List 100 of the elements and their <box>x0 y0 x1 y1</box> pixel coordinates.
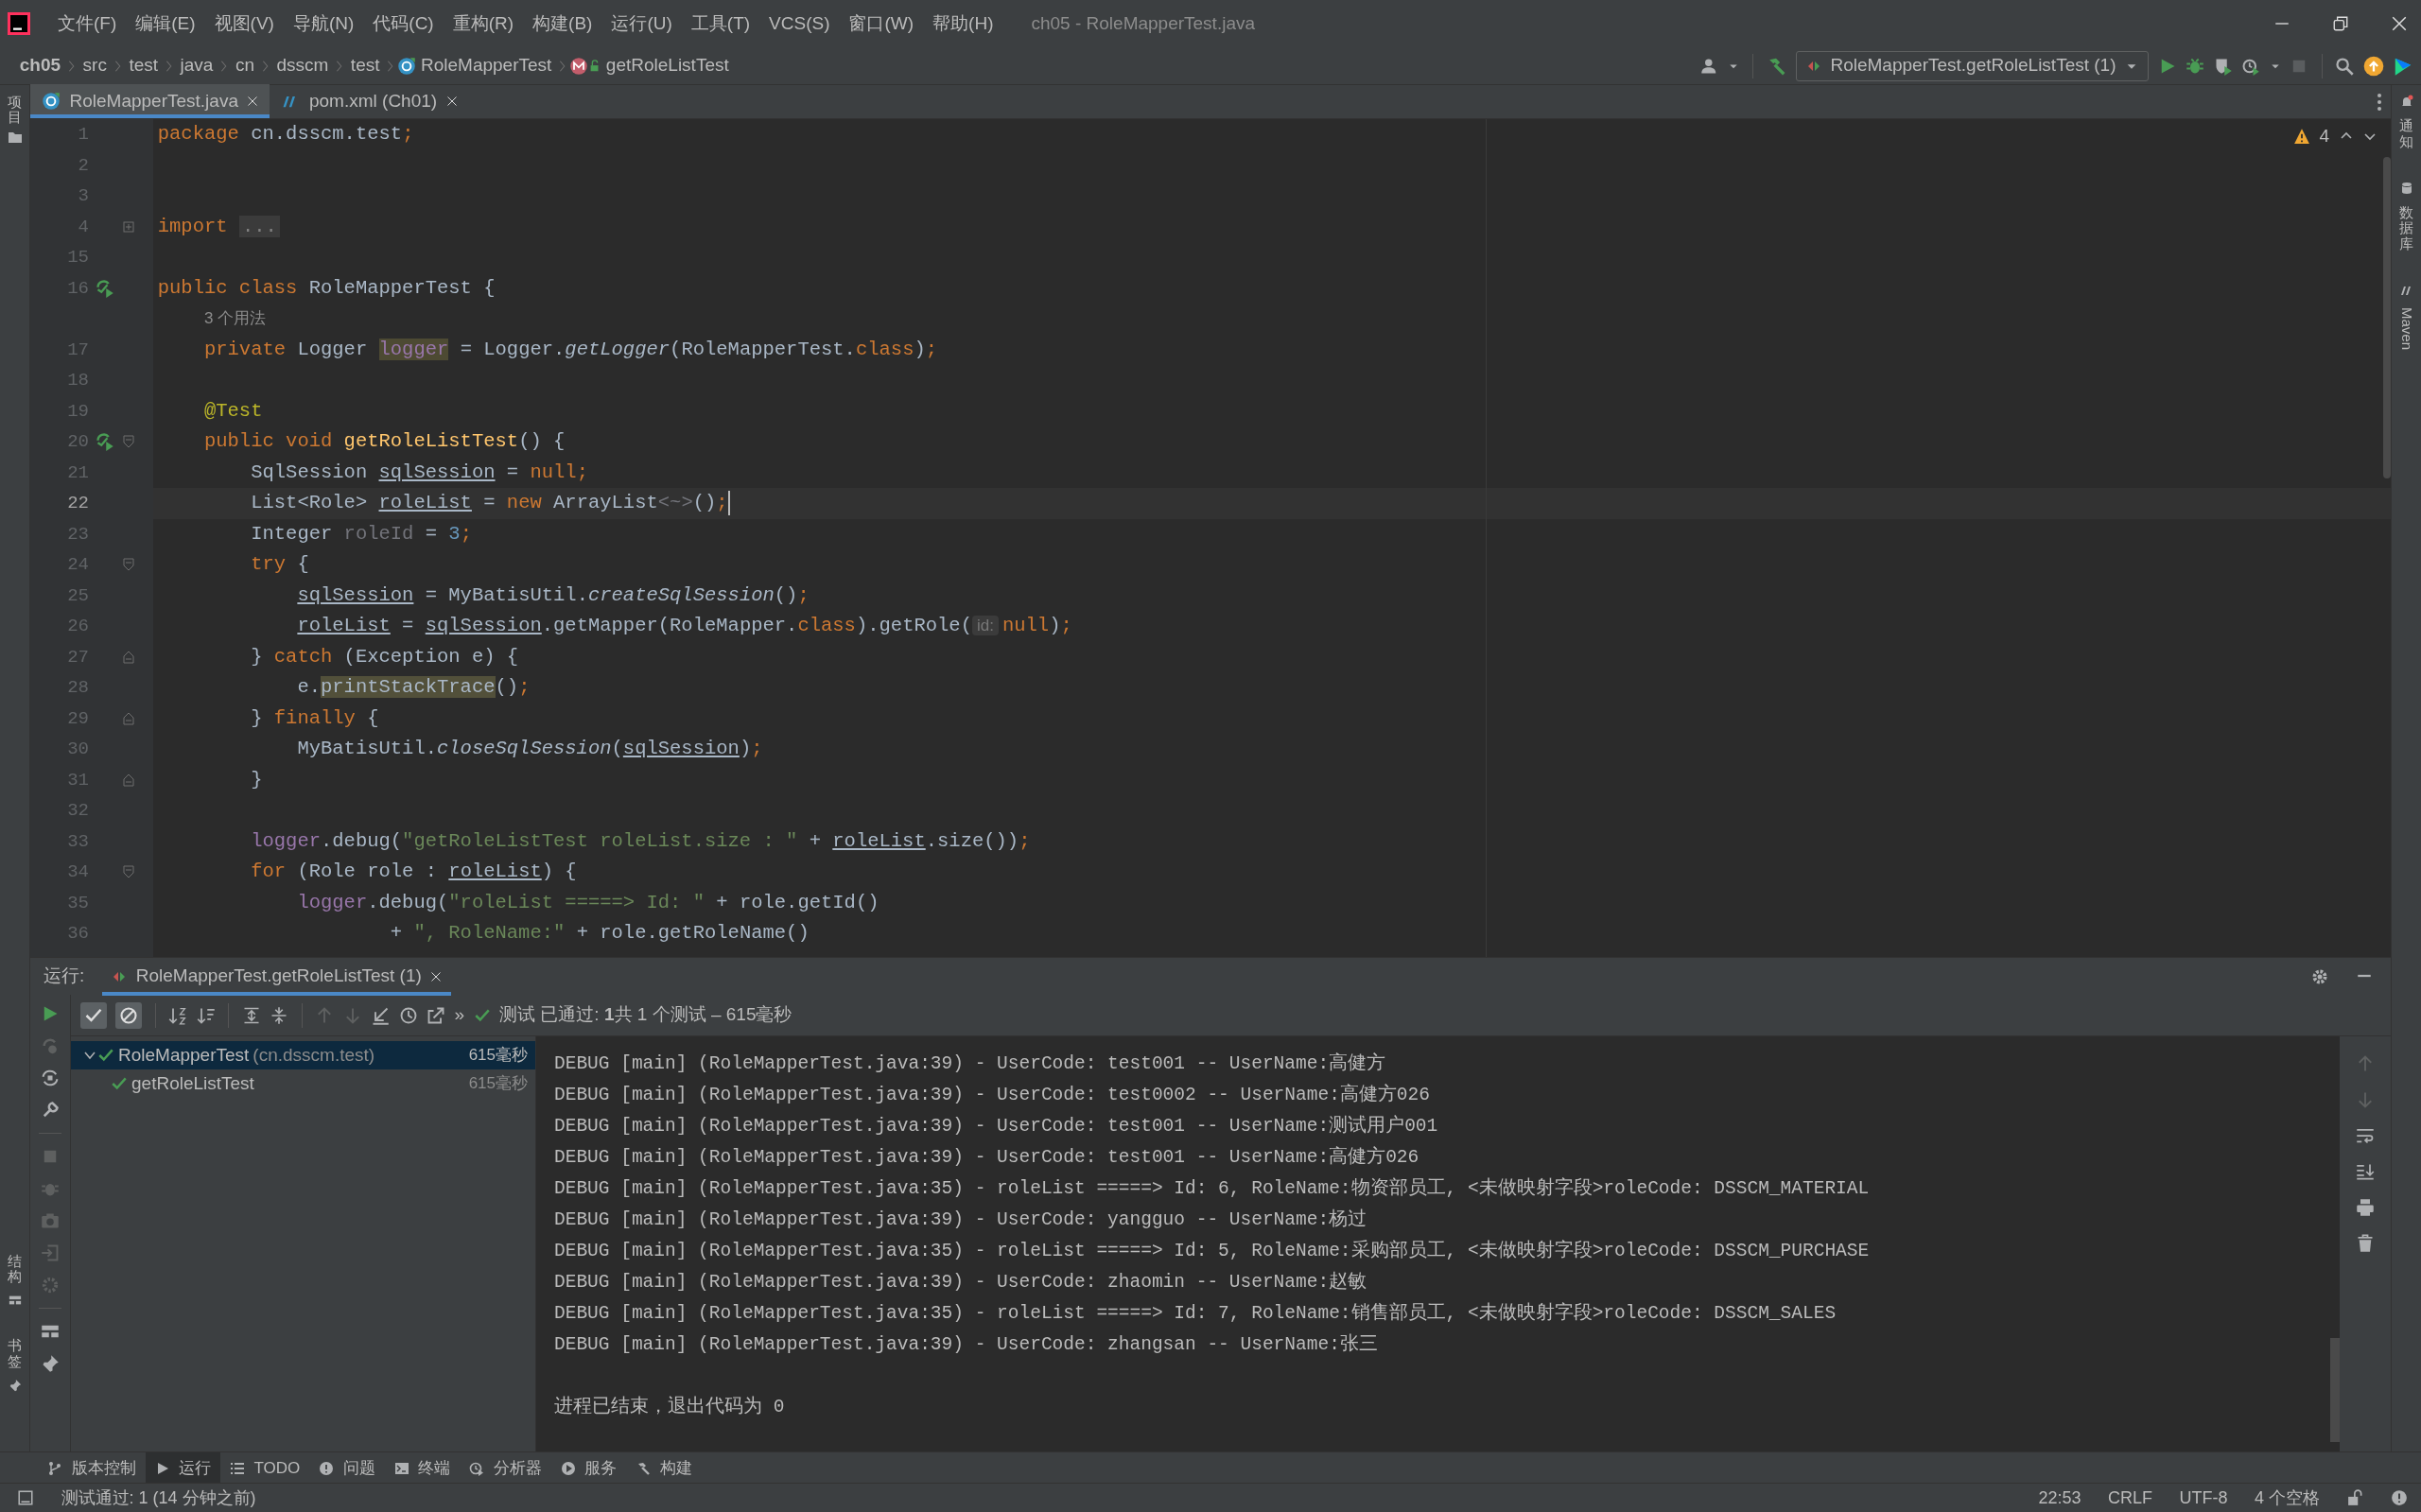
menu-item[interactable]: VCS(S) <box>759 9 840 38</box>
tool-window-tab[interactable]: 终端 <box>384 1452 461 1484</box>
sort-alpha-icon[interactable] <box>168 1005 187 1025</box>
console-line: DEBUG [main] (RoleMapperTest.java:39) - UserCode: test001 -- UserName:测试用户001 <box>554 1116 1438 1137</box>
close-icon[interactable] <box>445 96 458 107</box>
menu-item[interactable]: 运行(U) <box>601 9 682 38</box>
restore-icon[interactable] <box>2332 15 2349 32</box>
tool-window-tab[interactable]: TODO <box>220 1452 310 1484</box>
folded-code[interactable]: ... <box>238 215 280 237</box>
side-tool-tab[interactable]: 数据库 <box>2399 204 2413 252</box>
code-token: roleList <box>448 860 542 882</box>
breadcrumb-item[interactable]: dsscm <box>271 52 334 79</box>
code-token: } <box>251 645 264 668</box>
test-duration: 615毫秒 <box>468 1045 528 1066</box>
overflow-button[interactable]: » <box>454 1001 465 1029</box>
breadcrumb-item[interactable]: getRoleListTest <box>601 52 734 79</box>
tool-window-tab[interactable]: 问题 <box>309 1452 385 1484</box>
breadcrumb-item[interactable]: cn <box>231 52 259 79</box>
tree-row[interactable]: RoleMapperTest (cn.dsscm.test) 615毫秒 <box>71 1040 535 1069</box>
tool-window-tab[interactable]: 构建 <box>626 1452 702 1484</box>
console-line: DEBUG [main] (RoleMapperTest.java:39) - UserCode: test001 -- UserName:高健方026 <box>554 1147 1420 1168</box>
status-item[interactable]: 22:53 <box>2038 1485 2081 1511</box>
breadcrumb-item[interactable]: src <box>78 52 112 79</box>
fold-icon[interactable] <box>121 557 136 573</box>
code-token: (RoleMapperTest. <box>670 338 856 360</box>
breadcrumb-item[interactable]: ch05 <box>15 52 65 79</box>
run-config-dropdown[interactable]: RoleMapperTest.getRoleListTest (1) <box>1795 50 2149 81</box>
code-token: RoleMapperTest { <box>308 276 496 299</box>
run-tab[interactable]: RoleMapperTest.getRoleListTest (1) <box>102 957 452 996</box>
menu-item[interactable]: 帮助(H) <box>923 9 1003 38</box>
status-item[interactable]: UTF-8 <box>2179 1485 2228 1511</box>
editor-tab[interactable]: pom.xml (Ch01) <box>270 84 469 118</box>
code-token: .size()) <box>925 829 1019 852</box>
code-token: sqlSession <box>425 615 542 636</box>
close-icon[interactable] <box>2391 15 2408 32</box>
wrench-icon[interactable] <box>41 1100 60 1120</box>
code-token: ; <box>518 676 531 698</box>
scroll-to-end-icon[interactable] <box>2356 1162 2375 1181</box>
fold-icon[interactable] <box>121 710 136 726</box>
breadcrumb-item[interactable]: test <box>346 52 385 79</box>
menu-item[interactable]: 编辑(E) <box>126 9 205 38</box>
bug-icon[interactable] <box>2186 56 2204 76</box>
fold-icon[interactable] <box>121 649 136 665</box>
soft-wrap-icon[interactable] <box>2356 1126 2375 1145</box>
tool-window-tab[interactable]: 版本控制 <box>38 1452 146 1484</box>
scrollbar[interactable] <box>2383 157 2391 478</box>
editor-tab[interactable]: RoleMapperTest.java <box>30 84 270 118</box>
run-test-icon[interactable] <box>96 278 114 298</box>
tree-row[interactable]: getRoleListTest 615毫秒 <box>71 1069 535 1098</box>
menu-item[interactable]: 工具(T) <box>681 9 760 38</box>
fold-icon[interactable] <box>121 772 136 788</box>
close-icon[interactable] <box>247 96 259 107</box>
alert-icon[interactable] <box>2391 1489 2408 1506</box>
menu-item[interactable]: 文件(F) <box>48 9 127 38</box>
warning-count[interactable]: 4 <box>2319 123 2329 150</box>
code-token: ArrayList <box>553 492 658 513</box>
tool-window-tab[interactable]: 运行 <box>145 1452 220 1484</box>
trash-icon[interactable] <box>2356 1234 2375 1253</box>
more-icon[interactable] <box>2376 92 2382 112</box>
side-tool-tab[interactable]: Maven <box>2395 306 2417 350</box>
menu-item[interactable]: 代码(C) <box>363 9 444 38</box>
menu-item[interactable]: 视图(V) <box>204 9 284 38</box>
panel-toggle-icon[interactable] <box>17 1489 34 1506</box>
run-test-icon[interactable] <box>96 432 114 452</box>
tool-window-tab[interactable]: 服务 <box>550 1452 627 1484</box>
menu-item[interactable]: 窗口(W) <box>839 9 924 38</box>
menu-item[interactable]: 重构(R) <box>443 9 524 38</box>
import-icon[interactable] <box>371 1005 390 1025</box>
fold-icon[interactable] <box>121 434 136 450</box>
status-item[interactable]: 4 个空格 <box>2255 1485 2320 1511</box>
menu-item[interactable]: 导航(N) <box>283 9 364 38</box>
usages-hint[interactable]: 3 个用法 <box>203 309 267 327</box>
collapse-all-icon[interactable] <box>270 1005 288 1025</box>
menu-item[interactable]: 构建(B) <box>523 9 602 38</box>
fold-icon[interactable] <box>121 864 136 880</box>
side-tool-tab[interactable]: 通知 <box>2399 118 2413 149</box>
app-logo-icon <box>8 12 30 35</box>
close-icon[interactable] <box>430 970 443 982</box>
show-ignored-toggle[interactable] <box>115 1001 142 1029</box>
tool-window-tab[interactable]: 分析器 <box>460 1452 551 1484</box>
side-tool-tab[interactable]: 结构 <box>8 1253 22 1285</box>
update-icon[interactable] <box>2362 55 2384 77</box>
status-item[interactable]: CRLF <box>2107 1485 2152 1511</box>
pin-icon[interactable] <box>41 1353 60 1373</box>
test-duration: 615毫秒 <box>468 1073 528 1094</box>
breadcrumb-item[interactable]: RoleMapperTest <box>416 52 557 79</box>
print-icon[interactable] <box>2356 1198 2375 1217</box>
toggle-auto-test-icon[interactable] <box>41 1068 60 1087</box>
code-token: class <box>797 615 856 636</box>
project-tool-tab[interactable]: 项目 <box>8 94 22 126</box>
show-passed-toggle[interactable] <box>79 1001 107 1029</box>
side-tool-tab[interactable]: 书签 <box>8 1338 22 1369</box>
scrollbar[interactable] <box>2330 1338 2340 1442</box>
breadcrumb-item[interactable]: java <box>175 52 218 79</box>
history-icon[interactable] <box>398 1005 418 1025</box>
breadcrumb-item[interactable]: test <box>124 52 163 79</box>
search-icon[interactable] <box>2335 56 2354 76</box>
code-token: roleId <box>343 522 414 545</box>
lock-icon[interactable] <box>2346 1489 2364 1506</box>
export-icon[interactable] <box>427 1005 445 1025</box>
